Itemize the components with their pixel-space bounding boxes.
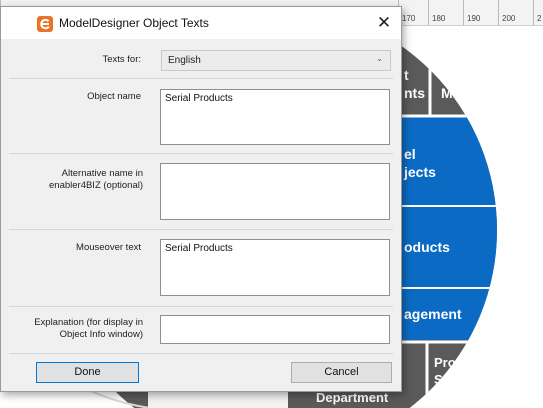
- divider: [9, 229, 393, 230]
- language-select[interactable]: English ⌄: [161, 50, 391, 71]
- label-fragment-nts: nts: [404, 85, 425, 101]
- label-personel-management[interactable]: Personel Management: [441, 66, 527, 102]
- chevron-down-icon: ⌄: [376, 54, 383, 63]
- close-icon[interactable]: ✕: [371, 11, 397, 35]
- explanation-field[interactable]: [160, 315, 390, 344]
- mouseover-label: Mouseover text: [76, 242, 141, 253]
- alt-name-field[interactable]: [160, 163, 390, 220]
- divider: [9, 306, 393, 307]
- label-fragment-agement: agement: [404, 306, 462, 322]
- dialog-title: ModelDesigner Object Texts: [59, 16, 209, 30]
- label-fragment-oducts: oducts: [404, 239, 450, 255]
- mouseover-field[interactable]: Serial Products: [160, 239, 390, 296]
- object-name-field[interactable]: Serial Products: [160, 89, 390, 145]
- texts-for-label: Texts for:: [102, 54, 141, 65]
- done-button[interactable]: Done: [36, 362, 139, 383]
- label-fragment-jects: jects: [404, 164, 436, 180]
- label-fragment-el: el: [404, 146, 416, 162]
- dialog-titlebar[interactable]: ModelDesigner Object Texts ✕: [1, 7, 401, 39]
- divider: [9, 78, 393, 79]
- cancel-button[interactable]: Cancel: [291, 362, 392, 383]
- explanation-label: Explanation (for display in Object Info …: [34, 317, 143, 340]
- label-provide-standards[interactable]: Provide Standards: [434, 354, 498, 388]
- label-fragment-t: t: [404, 67, 409, 83]
- language-value: English: [168, 55, 201, 66]
- object-name-label: Object name: [87, 91, 141, 102]
- object-texts-dialog: ModelDesigner Object Texts ✕ Texts for: …: [0, 6, 402, 392]
- alt-name-label: Alternative name in enabler4BIZ (optiona…: [49, 168, 143, 191]
- divider: [9, 153, 393, 154]
- divider: [9, 353, 393, 354]
- app-logo-icon: [37, 16, 53, 32]
